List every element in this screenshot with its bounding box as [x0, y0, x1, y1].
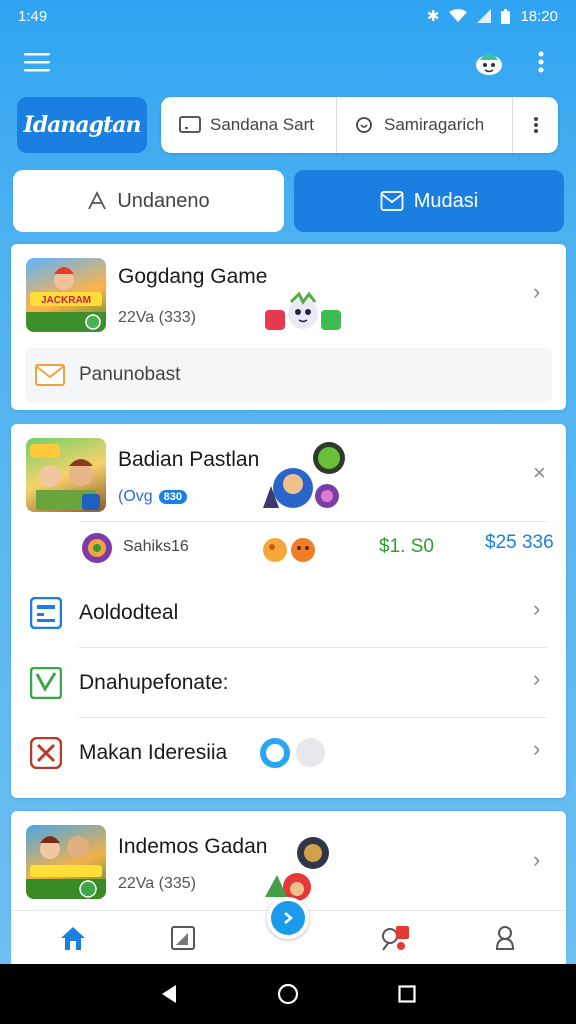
menu-item-label: Makan Ideresiia	[79, 741, 228, 764]
game-title: Badian Pastlan	[118, 448, 260, 471]
close-icon	[30, 737, 62, 769]
game-art-icon: JACKRAM	[26, 267, 106, 332]
status-clock: 18:20	[520, 7, 558, 25]
menu-button[interactable]	[17, 42, 57, 82]
characters-icon	[263, 442, 345, 508]
player-avatar	[82, 533, 112, 563]
toggle-off[interactable]	[296, 738, 325, 767]
reward-icon	[263, 538, 315, 562]
game-card-2[interactable]: Badian Pastlan (Ovg 830 × Sahiks16 $1. S…	[11, 424, 566, 798]
menu-item-dnahupefonate[interactable]: Dnahupefonate: ›	[11, 648, 566, 718]
status-bar: 1:49 ✱ 18:20	[0, 0, 576, 32]
bluetooth-icon: ✱	[426, 8, 440, 25]
chevron-right-icon[interactable]: ›	[533, 279, 540, 305]
tab-bar: Undaneno Mudasi	[13, 170, 564, 232]
bottom-navigation	[11, 897, 566, 964]
game-subtitle-row: (Ovg 830	[118, 488, 188, 506]
chevron-right-icon: ›	[533, 666, 541, 691]
app-bar	[0, 40, 576, 86]
close-icon[interactable]: ×	[533, 460, 546, 486]
player-name: Sahiks16	[123, 538, 189, 555]
game-subtitle: (Ovg	[118, 488, 153, 505]
game-art-icon	[26, 836, 106, 899]
menu-item-aoldodteal[interactable]: Aoldodteal ›	[11, 578, 566, 648]
tablet-icon	[179, 116, 201, 133]
recents-icon[interactable]	[398, 985, 416, 1003]
search-chip-2[interactable]: Samiragarich	[337, 97, 512, 153]
game-thumbnail: JACKRAM	[26, 258, 106, 332]
nav-library[interactable]	[163, 918, 203, 958]
toggle-on[interactable]	[260, 738, 290, 768]
search-chip-1[interactable]: Sandana Sart	[161, 97, 336, 153]
hamburger-icon	[24, 53, 50, 72]
more-vertical-icon	[538, 51, 544, 73]
system-navigation	[0, 964, 576, 1024]
mail-icon	[380, 191, 404, 211]
home-circle-icon[interactable]	[277, 983, 299, 1005]
chevron-right-icon: ›	[533, 736, 541, 761]
mascot-button[interactable]	[469, 42, 509, 82]
game-title: Indemos Gadan	[118, 835, 268, 858]
menu-item-label: Dnahupefonate:	[79, 671, 229, 694]
more-options-button[interactable]	[521, 42, 561, 82]
envelope-icon	[35, 364, 65, 386]
notifications-icon	[382, 926, 409, 951]
search-bar: Sandana Sart Samiragarich	[161, 97, 558, 153]
menu-item-makan-ideresiia[interactable]: Makan Ideresiia ›	[11, 718, 566, 788]
font-icon	[88, 191, 107, 210]
price-green: $1. S0	[379, 536, 434, 557]
home-icon	[61, 927, 85, 950]
battery-icon	[501, 8, 511, 24]
profile-icon	[495, 926, 515, 950]
search-chip-2-label: Samiragarich	[384, 115, 485, 134]
more-vertical-icon	[533, 117, 538, 133]
signal-icon	[477, 9, 492, 23]
game-subtitle: 22Va (335)	[118, 875, 196, 892]
notice-row[interactable]: Panunobast	[25, 348, 552, 402]
nav-profile[interactable]	[485, 918, 525, 958]
notice-label: Panunobast	[79, 364, 181, 385]
nav-play[interactable]	[267, 897, 309, 939]
search-chip-1-label: Sandana Sart	[210, 115, 314, 134]
game-card-1[interactable]: JACKRAM Gogdang Game 22Va (333) › Panuno…	[11, 244, 566, 410]
wifi-icon	[449, 9, 468, 22]
square-icon	[171, 926, 195, 950]
svg-text:JACKRAM: JACKRAM	[41, 295, 91, 306]
arrow-right-icon	[284, 912, 294, 924]
chevron-right-icon: ›	[533, 596, 541, 621]
nav-home[interactable]	[53, 918, 93, 958]
status-time: 1:49	[18, 7, 48, 25]
tab-mudasi-label: Mudasi	[413, 189, 479, 212]
game-subtitle: 22Va (333)	[118, 309, 196, 326]
chevron-right-icon[interactable]: ›	[533, 847, 540, 873]
search-more-button[interactable]	[513, 97, 558, 153]
nav-notifications[interactable]	[375, 918, 415, 958]
divider	[79, 521, 547, 522]
price-blue: $25 336	[485, 532, 554, 553]
calendar-icon	[30, 597, 62, 629]
mascot-icon	[476, 53, 502, 75]
menu-item-label: Aoldodteal	[79, 601, 179, 624]
tab-undaneno-label: Undaneno	[117, 189, 210, 212]
game-art-icon	[30, 444, 100, 510]
search-icon	[356, 117, 372, 133]
header-row: Idanagtan Sandana Sart Samiragarich	[17, 97, 558, 153]
check-icon	[30, 667, 62, 699]
game-thumbnail	[26, 438, 106, 512]
characters-icon	[265, 837, 329, 901]
back-icon[interactable]	[160, 984, 178, 1004]
characters-icon	[265, 292, 341, 330]
tab-mudasi[interactable]: Mudasi	[294, 170, 564, 232]
game-thumbnail	[26, 825, 106, 899]
app-logo[interactable]: Idanagtan	[17, 97, 147, 153]
tab-undaneno[interactable]: Undaneno	[13, 170, 284, 232]
game-title: Gogdang Game	[118, 265, 268, 288]
badge: 830	[158, 490, 188, 504]
